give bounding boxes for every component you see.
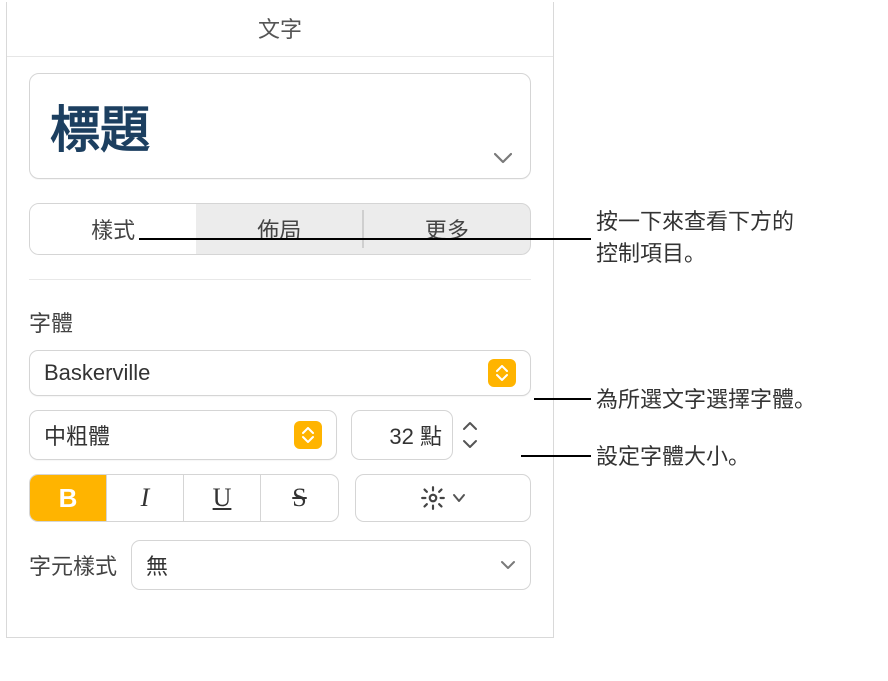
paragraph-style-name: 標題 <box>50 90 510 162</box>
callout-leader <box>521 455 591 457</box>
chevron-down-icon <box>500 559 516 571</box>
divider <box>29 279 531 280</box>
panel-body: 標題 樣式 佈局 更多 字體 Baskerville 中粗體 <box>7 57 553 590</box>
font-size-field[interactable]: 32 點 <box>351 410 453 460</box>
callout-leader <box>139 238 591 240</box>
tab-layout[interactable]: 佈局 <box>196 204 362 254</box>
updown-icon <box>294 421 322 449</box>
text-inspector-panel: 文字 標題 樣式 佈局 更多 字體 Baskerville 中粗體 <box>6 2 554 638</box>
stepper-up-button[interactable] <box>459 417 481 435</box>
font-size-stepper <box>453 410 481 460</box>
strikethrough-button[interactable]: S <box>261 475 338 521</box>
callout-tabs: 按一下來查看下方的 控制項目。 <box>596 206 794 270</box>
paragraph-style-dropdown[interactable]: 標題 <box>29 73 531 179</box>
tab-bar: 樣式 佈局 更多 <box>29 203 531 255</box>
bold-button[interactable]: B <box>30 475 107 521</box>
font-section-label: 字體 <box>29 306 531 338</box>
gear-icon <box>420 485 446 511</box>
chevron-down-icon <box>494 152 512 164</box>
character-style-label: 字元樣式 <box>29 549 117 581</box>
font-weight-value: 中粗體 <box>44 419 110 451</box>
text-style-group: B I U S <box>29 474 339 522</box>
chevron-down-icon <box>452 493 466 503</box>
callout-font-family: 為所選文字選擇字體。 <box>596 384 816 416</box>
italic-button[interactable]: I <box>107 475 184 521</box>
tab-more[interactable]: 更多 <box>364 204 530 254</box>
tab-style[interactable]: 樣式 <box>30 204 196 254</box>
character-style-dropdown[interactable]: 無 <box>131 540 531 590</box>
character-style-value: 無 <box>146 549 168 581</box>
font-family-value: Baskerville <box>44 360 150 386</box>
advanced-options-button[interactable] <box>355 474 531 522</box>
font-weight-dropdown[interactable]: 中粗體 <box>29 410 337 460</box>
underline-button[interactable]: U <box>184 475 261 521</box>
callout-font-size: 設定字體大小。 <box>596 441 750 473</box>
font-family-dropdown[interactable]: Baskerville <box>29 350 531 396</box>
panel-title: 文字 <box>7 2 553 57</box>
updown-icon <box>488 359 516 387</box>
stepper-down-button[interactable] <box>459 435 481 453</box>
callout-leader <box>534 398 591 400</box>
